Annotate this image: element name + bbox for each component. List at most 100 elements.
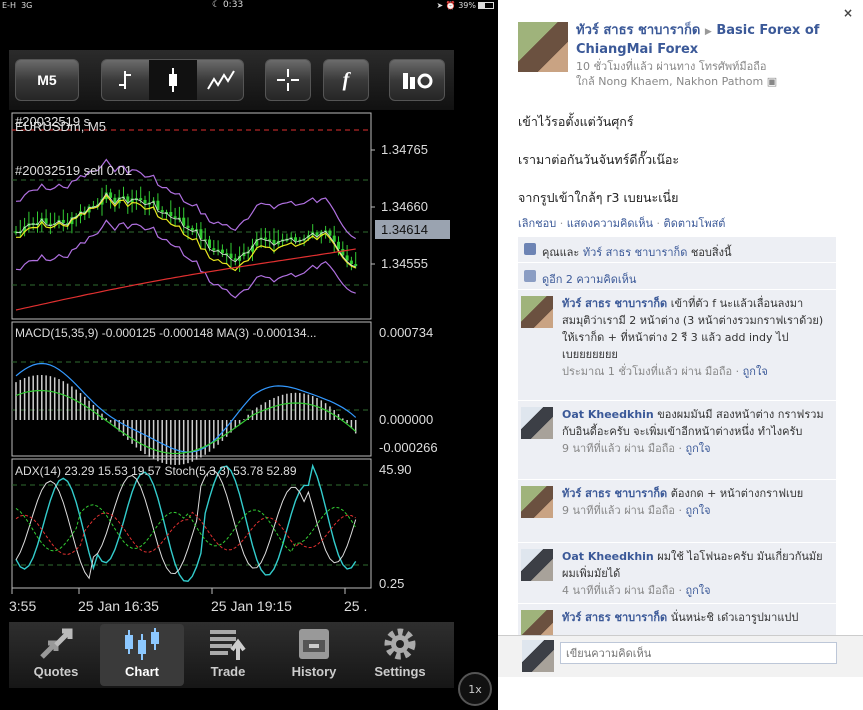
- macd-panel: MACD(15,35,9) -0.000125 -0.000148 MA(3) …: [11, 321, 438, 465]
- comment-like-link[interactable]: ถูกใจ: [685, 442, 710, 455]
- price-line: [15, 192, 356, 268]
- map-icon: ▣: [766, 75, 778, 88]
- comment-time: 4 นาทีที่แล้ว ผ่าน มือถือ: [562, 584, 675, 597]
- chart-settings-button[interactable]: [389, 59, 445, 101]
- comment-like-link[interactable]: ถูกใจ: [685, 504, 710, 517]
- candle-chart-button[interactable]: [149, 60, 197, 100]
- comment-time: 9 นาทีที่แล้ว ผ่าน มือถือ: [562, 504, 675, 517]
- follow-post-link[interactable]: ติดตามโพสต์: [664, 217, 726, 230]
- chart-candles-icon: [125, 628, 159, 660]
- view-more-comments-link[interactable]: ดูอีก 2 ความคิดเห็น: [542, 273, 636, 286]
- comment-item: Oat Kheedkhin ผมใช้ ไอโฟนอะครับ มันเกี่ย…: [518, 544, 836, 604]
- main-panel-frame: [11, 112, 372, 320]
- comment-like-link[interactable]: ถูกใจ: [743, 365, 768, 378]
- macd-axis-label: 0.000000: [379, 412, 433, 427]
- price-chart-svg[interactable]: #20032519 sEURUSDm, M5#20032519 sell 0.0…: [9, 110, 454, 622]
- time-axis-label: 25 Jan 16:35: [78, 598, 159, 614]
- candle-body: [263, 237, 267, 240]
- crosshair-icon: [277, 69, 299, 91]
- comment-avatar[interactable]: [521, 610, 553, 635]
- candle-body: [173, 216, 177, 219]
- comment-avatar[interactable]: [521, 549, 553, 581]
- stochastic-main-line: [15, 463, 357, 582]
- comment-time: ประมาณ 1 ชั่วโมงที่แล้ว ผ่าน มือถือ: [562, 365, 733, 378]
- location-icon: ➤: [436, 1, 444, 10]
- battery-icon: [478, 2, 494, 9]
- comment-author[interactable]: ทัวร์ สาธร ชาบาราก็ด: [562, 487, 667, 500]
- timeframe-button[interactable]: M5: [15, 59, 79, 101]
- adx-plus-di-line: [15, 504, 357, 553]
- comment-text: ต้องกด + หน้าต่างกราฟเบย: [670, 487, 804, 500]
- adx-minus-di-line: [15, 511, 356, 556]
- comment-text: นั่นหน่ะชิ เด๋วเอารูปมาแปป: [670, 611, 799, 624]
- post-author-link[interactable]: ทัวร์ สาธร ชาบาราก็ด: [576, 23, 700, 38]
- likes-name-link[interactable]: ทัวร์ สาธร ชาบาราก็ด: [583, 246, 688, 259]
- comment-avatar[interactable]: [521, 486, 553, 518]
- comment-link[interactable]: แสดงความคิดเห็น: [567, 217, 653, 230]
- candle-body: [169, 211, 173, 217]
- post-meta: 10 ชั่วโมงที่แล้ว ผ่านทาง โทรศัพท์มือถือ…: [576, 59, 838, 89]
- post-location[interactable]: ใกล้ Nong Khaem, Nakhon Pathom: [576, 75, 763, 88]
- price-axis-label: 1.34765: [381, 142, 428, 157]
- comment-author[interactable]: Oat Kheedkhin: [562, 408, 654, 421]
- comment-like-link[interactable]: ถูกใจ: [685, 584, 710, 597]
- comment-avatar[interactable]: [521, 407, 553, 439]
- alarm-icon: ⏰: [445, 1, 456, 10]
- arrow-right-icon: ▶: [704, 27, 712, 37]
- tab-quotes[interactable]: Quotes: [14, 624, 98, 686]
- candle-body: [294, 237, 297, 242]
- battery-text: 39%: [458, 1, 476, 10]
- function-icon: f: [342, 68, 350, 91]
- tab-history-label: History: [291, 664, 337, 679]
- chart-toolbar: M5 f: [9, 50, 454, 110]
- indicators-button[interactable]: f: [323, 59, 369, 101]
- line-chart-button[interactable]: [197, 60, 245, 100]
- comment-author[interactable]: ทัวร์ สาธร ชาบาราก็ด: [562, 611, 667, 624]
- macd-axis-label: -0.000266: [379, 440, 438, 455]
- candle-body: [220, 249, 224, 254]
- slow-moving-average-line: [15, 248, 356, 311]
- post-title: ทัวร์ สาธร ชาบาราก็ด ▶ Basic Forex of Ch…: [576, 22, 838, 59]
- order-label: #20032519 sell 0.01: [15, 163, 132, 178]
- comment-author[interactable]: Oat Kheedkhin: [562, 550, 654, 563]
- comment-author[interactable]: ทัวร์ สาธร ชาบาราก็ด: [562, 297, 667, 310]
- post-body: เข้าไว้รอตั้งแต่วันศุกร์ เรามาต่อกันวันจ…: [518, 112, 679, 226]
- comment-input[interactable]: [560, 642, 837, 664]
- tab-trade[interactable]: Trade: [186, 624, 270, 686]
- crosshair-button[interactable]: [265, 59, 311, 101]
- candle-body: [186, 225, 190, 229]
- candle-body: [61, 219, 65, 224]
- bar-chart-button[interactable]: [102, 60, 149, 100]
- time-axis: 3:55 25 Jan 16:35 25 Jan 19:15 25 .: [9, 588, 367, 614]
- adx-axis-label: 0.25: [379, 576, 404, 591]
- carrier-text: E-H: [2, 1, 16, 10]
- viewer-avatar: [522, 640, 554, 672]
- price-chart-area[interactable]: #20032519 s EURUSDm, M5 #20032519 sell 0.0…: [9, 110, 454, 622]
- status-bar: E-H 3G ☾ 0:33 ➤ ⏰ 39%: [0, 0, 498, 12]
- likes-row: คุณและ ทัวร์ สาธร ชาบาราก็ด ชอบสิ่งนี้: [518, 237, 836, 263]
- settings-gear-icon: [384, 628, 416, 660]
- timeframe-label: M5: [37, 72, 57, 88]
- current-price-label: 1.34614: [381, 222, 428, 237]
- history-cabinet-icon: [299, 629, 329, 659]
- comment-avatar[interactable]: [521, 296, 553, 328]
- price-axis-label: 1.34660: [381, 199, 428, 214]
- candle-body: [349, 260, 353, 265]
- candle-body: [160, 210, 164, 213]
- post-time: 10 ชั่วโมงที่แล้ว ผ่านทาง โทรศัพท์มือถือ: [576, 60, 767, 73]
- unlike-link[interactable]: เลิกชอบ: [518, 217, 556, 230]
- clock-text: 0:33: [222, 0, 244, 10]
- view-more-comments-row[interactable]: ดูอีก 2 ความคิดเห็น: [518, 264, 836, 290]
- author-avatar[interactable]: [518, 22, 568, 72]
- tab-settings[interactable]: Settings: [358, 624, 442, 686]
- time-axis-label: 25 .: [344, 598, 367, 614]
- comment-time: 9 นาทีที่แล้ว ผ่าน มือถือ: [562, 442, 675, 455]
- zoom-button[interactable]: 1x: [458, 672, 492, 706]
- tab-chart[interactable]: Chart: [100, 624, 184, 686]
- close-icon[interactable]: ×: [843, 6, 853, 20]
- adx-axis-label: 45.90: [379, 462, 412, 477]
- macd-axis-label: 0.000734: [379, 325, 433, 340]
- candle-body: [190, 228, 194, 231]
- tab-history[interactable]: History: [272, 624, 356, 686]
- tab-settings-label: Settings: [374, 664, 426, 679]
